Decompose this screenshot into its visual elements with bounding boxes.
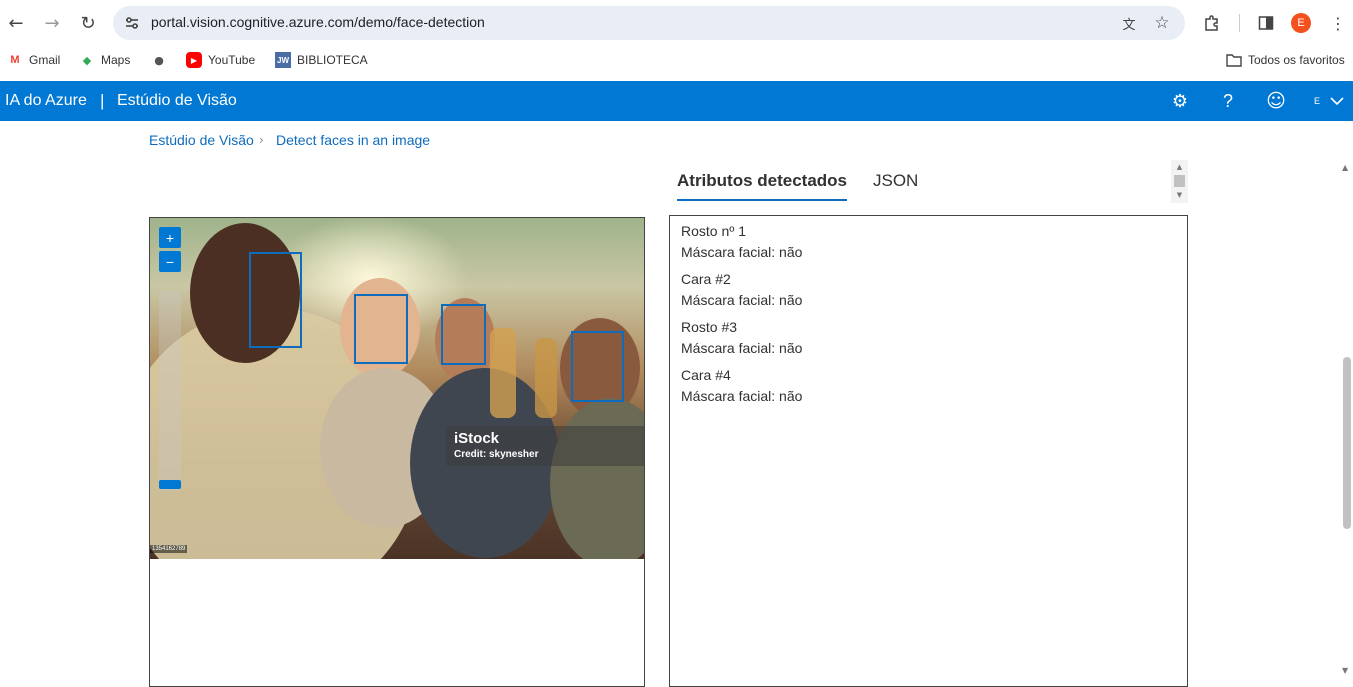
- breadcrumb-current[interactable]: Detect faces in an image: [276, 132, 430, 148]
- face-title: Cara #2: [681, 271, 731, 287]
- bookmark-biblioteca[interactable]: JW BIBLIOTECA: [275, 51, 368, 69]
- face-mask-status: Máscara facial: não: [681, 244, 803, 260]
- active-tab-indicator: [677, 199, 847, 201]
- face-mask-status: Máscara facial: não: [681, 388, 803, 404]
- image-viewer: + − iStock Credit: skynesher 1354162789: [149, 217, 645, 687]
- bookmarks-bar: M Gmail ◆ Maps ● ▶ YouTube JW BIBLIOTECA…: [0, 46, 1353, 74]
- face-box-4[interactable]: [571, 331, 624, 402]
- face-mask-status: Máscara facial: não: [681, 340, 803, 356]
- zoom-slider-thumb[interactable]: [159, 480, 181, 489]
- back-icon[interactable]: ←: [4, 11, 28, 35]
- istock-watermark: iStock Credit: skynesher: [446, 426, 644, 466]
- feedback-smiley-icon[interactable]: ☺: [1265, 90, 1287, 112]
- help-icon[interactable]: ?: [1217, 90, 1239, 112]
- breadcrumb-chevron-icon: ›: [259, 133, 264, 147]
- tab-json[interactable]: JSON: [873, 171, 918, 191]
- translate-icon[interactable]: 文: [1119, 13, 1139, 33]
- scroll-down-icon[interactable]: ▼: [1342, 666, 1348, 675]
- zoom-slider-track[interactable]: [159, 291, 181, 491]
- stock-photo-id: 1354162789: [150, 545, 188, 553]
- zoom-out-button[interactable]: −: [159, 251, 181, 272]
- bottle: [535, 338, 557, 418]
- scroll-down-icon[interactable]: ▼: [1174, 191, 1185, 199]
- face-title: Rosto #3: [681, 319, 738, 335]
- bookmark-label: Gmail: [29, 53, 61, 67]
- face-title: Rosto nº 1: [681, 223, 747, 239]
- forward-icon[interactable]: →: [40, 11, 64, 35]
- bookmark-maps[interactable]: ◆ Maps: [79, 51, 131, 69]
- scroll-up-icon[interactable]: ▲: [1174, 163, 1185, 171]
- settings-gear-icon[interactable]: ⚙: [1169, 90, 1191, 112]
- bookmark-label: YouTube: [208, 53, 256, 67]
- app-subtitle[interactable]: Estúdio de Visão: [117, 92, 237, 110]
- maps-icon: ◆: [82, 53, 92, 67]
- chevron-down-icon[interactable]: [1326, 90, 1348, 112]
- zoom-in-button[interactable]: +: [159, 227, 181, 248]
- toolbar-divider: [1239, 14, 1240, 32]
- header-separator: |: [100, 91, 105, 110]
- photo-credit: Credit: skynesher: [454, 449, 539, 460]
- breadcrumb-root[interactable]: Estúdio de Visão: [149, 132, 254, 148]
- bottle: [490, 328, 516, 418]
- page-scroll-thumb[interactable]: [1343, 357, 1351, 529]
- face-box-3[interactable]: [441, 304, 486, 365]
- detected-attributes-panel: Rosto nº 1 Máscara facial: não Cara #2 M…: [669, 215, 1188, 687]
- browser-toolbar: ← → ↻ portal.vision.cognitive.azure.com/…: [0, 0, 1353, 46]
- face-entry-2: Cara #2 Máscara facial: não: [681, 269, 802, 311]
- all-bookmarks[interactable]: Todos os favoritos: [1226, 51, 1345, 69]
- bookmark-label: Maps: [101, 53, 131, 67]
- scroll-thumb[interactable]: [1174, 175, 1185, 187]
- youtube-icon: ▶: [186, 52, 202, 68]
- face-entry-4: Cara #4 Máscara facial: não: [681, 365, 802, 407]
- folder-icon: [1226, 52, 1242, 68]
- face-entry-3: Rosto #3 Máscara facial: não: [681, 317, 802, 359]
- istock-logo: iStock: [454, 430, 500, 447]
- scroll-up-icon[interactable]: ▲: [1342, 163, 1348, 172]
- extensions-icon[interactable]: [1200, 11, 1224, 35]
- app-header: IA do Azure | Estúdio de Visão ⚙ ? ☺ E: [0, 81, 1353, 121]
- site-settings-icon[interactable]: [123, 14, 141, 32]
- bookmark-gmail[interactable]: M Gmail: [7, 51, 60, 69]
- reload-icon[interactable]: ↻: [76, 11, 100, 35]
- face-box-2[interactable]: [354, 294, 408, 364]
- face-entry-1: Rosto nº 1 Máscara facial: não: [681, 221, 802, 263]
- page-scrollbar[interactable]: ▲ ▼: [1340, 160, 1353, 682]
- bookmark-youtube[interactable]: ▶ YouTube: [186, 51, 255, 69]
- tab-detected-attributes[interactable]: Atributos detectados: [677, 171, 847, 191]
- app-title[interactable]: IA do Azure: [5, 92, 87, 110]
- person-4-body: [550, 398, 644, 559]
- face-photo: + − iStock Credit: skynesher 1354162789: [150, 218, 644, 559]
- face-box-1[interactable]: [249, 252, 302, 348]
- face-mask-status: Máscara facial: não: [681, 292, 803, 308]
- jw-icon: JW: [275, 52, 291, 68]
- browser-menu-icon[interactable]: ⋮: [1326, 11, 1350, 35]
- address-bar[interactable]: portal.vision.cognitive.azure.com/demo/f…: [113, 6, 1185, 40]
- browser-profile-avatar[interactable]: E: [1291, 13, 1311, 33]
- bookmark-globe[interactable]: ●: [151, 51, 173, 69]
- gmail-icon: M: [10, 54, 20, 66]
- bookmark-label: BIBLIOTECA: [297, 53, 368, 67]
- bookmark-star-icon[interactable]: ☆: [1152, 13, 1172, 33]
- tabs-scrollbar[interactable]: ▲ ▼: [1171, 160, 1188, 203]
- all-bookmarks-label: Todos os favoritos: [1248, 53, 1345, 67]
- globe-icon: ●: [154, 53, 164, 67]
- url-text: portal.vision.cognitive.azure.com/demo/f…: [151, 14, 485, 30]
- face-title: Cara #4: [681, 367, 731, 383]
- account-initial[interactable]: E: [1306, 90, 1328, 112]
- side-panel-icon[interactable]: [1254, 11, 1278, 35]
